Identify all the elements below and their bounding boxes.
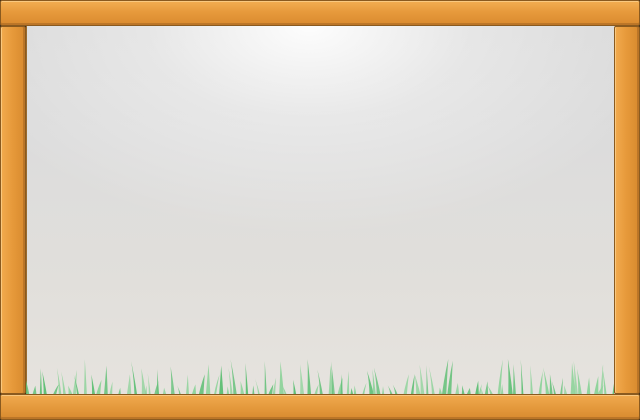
grass-blade [538,371,543,396]
grass-blade [131,361,138,396]
grass-blade [447,360,453,396]
grass-blade [317,369,324,396]
grass-blade [72,369,77,396]
grass-blade [56,367,62,396]
grass-blade [410,374,415,396]
grass-blade [543,367,550,396]
game-scene [0,0,640,420]
grass-blade [91,374,96,396]
wood-frame-right [614,26,640,394]
wood-frame-left [0,26,26,394]
grass-blade [403,374,409,396]
grass-blade [198,374,205,396]
grass-blade [264,361,267,396]
grass-blade [593,376,599,396]
grass-blade [61,371,67,396]
grass-blade [126,374,132,396]
grass-blade [307,359,312,396]
playfield-background [26,26,616,394]
grass-blade [346,370,350,396]
grass-blade [185,374,189,396]
grass-blade [103,365,108,396]
grass-blade [549,373,553,396]
grass-blade [147,373,151,396]
grass-blade [42,371,48,396]
grass-decoration [26,359,614,396]
grass-blade [507,359,513,396]
grass-blade [428,366,435,396]
grass-blade [83,359,87,396]
wood-frame-bottom [0,394,640,420]
grass-blade [577,368,583,396]
grass-blade [219,365,224,396]
grass-blade [26,380,30,396]
grass-blade [39,368,42,396]
grass-blade [279,361,284,396]
grass-blade [530,365,534,396]
grass-blade [513,364,516,396]
grass-blade [300,364,305,396]
grass-blade [213,374,220,396]
grass-blade [156,369,160,396]
grass-blade [205,364,211,396]
grass-blade [414,374,421,396]
grass-blade [245,363,249,396]
grass-blade [170,366,175,396]
wood-frame-top [0,0,640,26]
grass-blade [419,364,425,396]
grass-blade [441,359,449,396]
grass-blade [426,365,429,396]
grass-blade [520,359,524,396]
